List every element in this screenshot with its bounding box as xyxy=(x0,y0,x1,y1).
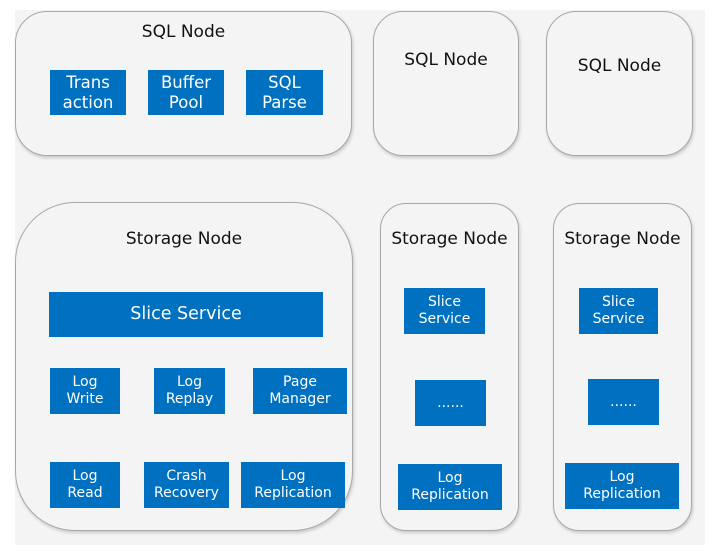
transaction-block: Trans action xyxy=(50,70,126,115)
sql-node-3: SQL Node xyxy=(546,11,693,156)
page-manager-block: Page Manager xyxy=(253,368,347,414)
sql-node-2: SQL Node xyxy=(373,11,519,156)
log-replication-block: Log Replication xyxy=(241,462,345,508)
storage-node-title: Storage Node xyxy=(125,229,243,249)
slice-service-block: Slice Service xyxy=(404,288,485,334)
log-replication-block: Log Replication xyxy=(565,463,679,509)
storage-node-title: Storage Node xyxy=(391,229,508,249)
log-write-block: Log Write xyxy=(50,368,120,414)
slice-service-block: Slice Service xyxy=(579,288,658,334)
ellipsis-block: ...... xyxy=(415,380,486,426)
crash-recovery-block: Crash Recovery xyxy=(144,462,229,508)
storage-node-title: Storage Node xyxy=(564,229,681,249)
log-replay-block: Log Replay xyxy=(154,368,225,414)
sql-parse-block: SQL Parse xyxy=(246,70,323,115)
sql-node-title: SQL Node xyxy=(141,22,226,42)
sql-node-title: SQL Node xyxy=(577,56,662,76)
log-replication-block: Log Replication xyxy=(398,464,502,510)
slice-service-block: Slice Service xyxy=(49,292,323,337)
sql-node-title: SQL Node xyxy=(404,50,488,70)
log-read-block: Log Read xyxy=(50,462,120,508)
buffer-pool-block: Buffer Pool xyxy=(148,70,224,115)
ellipsis-block: ...... xyxy=(588,379,659,425)
